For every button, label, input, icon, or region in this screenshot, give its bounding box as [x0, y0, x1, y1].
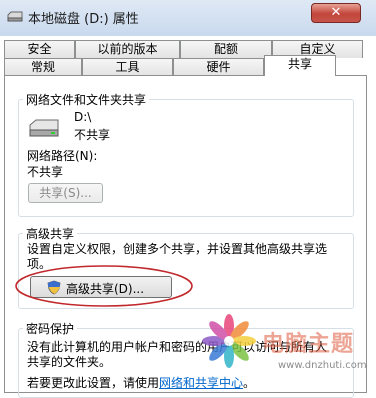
- tab-previous-versions[interactable]: 以前的版本: [75, 40, 180, 58]
- tab-security[interactable]: 安全: [4, 40, 75, 58]
- share-button[interactable]: 共享(S)...: [28, 183, 103, 203]
- tab-sharing[interactable]: 共享: [264, 55, 336, 76]
- drive-icon: [29, 119, 59, 137]
- password-line3-prefix: 若要更改此设置，请使用: [27, 376, 160, 390]
- close-icon: ✕: [330, 5, 342, 20]
- window-title: 本地磁盘 (D:) 属性: [28, 12, 139, 27]
- password-protection-group-label: 密码保护: [23, 320, 78, 337]
- tab-quota[interactable]: 配额: [180, 40, 272, 58]
- watermark-url: www.dnzhuti.com: [278, 360, 367, 371]
- network-sharing-group-label: 网络文件和文件夹共享: [23, 91, 150, 108]
- tab-hardware[interactable]: 硬件: [173, 58, 264, 76]
- title-bar: 本地磁盘 (D:) 属性 ✕: [0, 0, 376, 36]
- drive-icon: [7, 11, 23, 22]
- sharing-status: 不共享: [74, 128, 111, 142]
- drive-name: D:\: [74, 110, 92, 124]
- password-protection-line3: 若要更改此设置，请使用网络和共享中心。: [27, 374, 255, 391]
- watermark-text: 电脑主题: [262, 332, 355, 357]
- tab-tools[interactable]: 工具: [82, 58, 173, 76]
- password-protection-line2: 共享的文件夹。: [27, 355, 112, 369]
- network-path-value: 不共享: [27, 165, 64, 179]
- network-path-label: 网络路径(N):: [27, 149, 98, 163]
- network-sharing-center-link[interactable]: 网络和共享中心: [159, 376, 243, 390]
- annotation-ellipse: [15, 265, 193, 307]
- advanced-sharing-description-line1: 设置自定义权限，创建多个共享，并设置其他高级共享选: [27, 242, 328, 256]
- close-button[interactable]: ✕: [311, 3, 361, 23]
- password-line3-suffix: 。: [243, 376, 256, 390]
- tab-general[interactable]: 常规: [4, 58, 82, 76]
- watermark-flower-icon: [202, 314, 256, 368]
